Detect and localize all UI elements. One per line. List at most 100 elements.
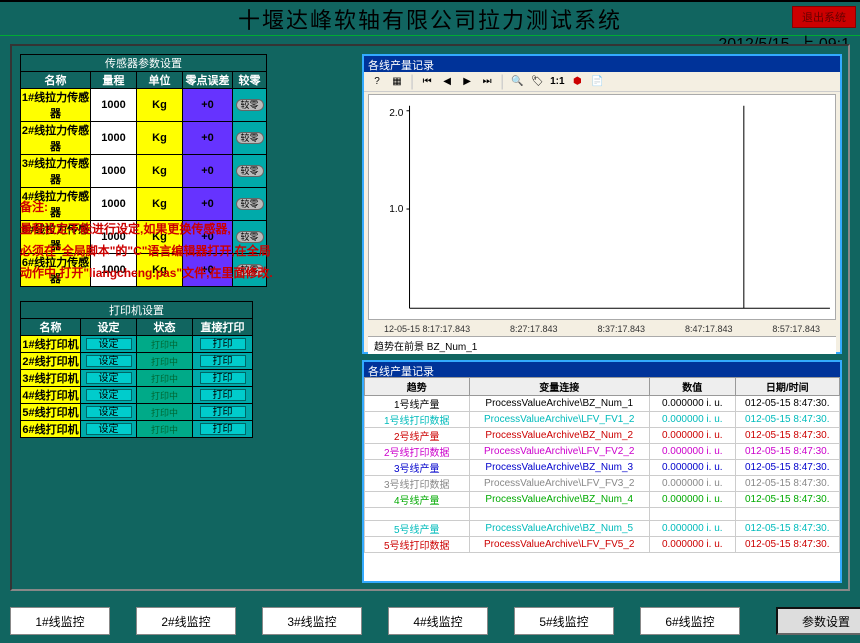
table-row[interactable] bbox=[365, 508, 840, 521]
print-button[interactable]: 打印 bbox=[200, 338, 246, 350]
zero-button[interactable]: 较零 bbox=[236, 132, 264, 144]
zero-button[interactable]: 较零 bbox=[236, 165, 264, 177]
sensor-unit: Kg bbox=[137, 155, 183, 188]
note-text: 备注: 量程设定不能进行设定,如果更换传感器, 必须在"全局脚本"的"C"语言编… bbox=[20, 196, 350, 284]
chart-footer: 12-05-15 8:17:17.8438:27:17.8438:37:17.8… bbox=[364, 324, 840, 352]
print-button[interactable]: 打印 bbox=[200, 423, 246, 435]
table-row[interactable]: 3号线产量ProcessValueArchive\BZ_Num_30.00000… bbox=[365, 460, 840, 476]
tag-icon[interactable]: 🏷 bbox=[530, 75, 544, 89]
dg-val: 0.000000 i. u. bbox=[650, 492, 736, 508]
dg-val: 0.000000 i. u. bbox=[650, 396, 736, 412]
last-icon[interactable]: ⏭ bbox=[480, 75, 494, 89]
svg-text:2.0: 2.0 bbox=[389, 108, 403, 119]
table-row[interactable]: 3号线打印数据ProcessValueArchive\LFV_FV3_20.00… bbox=[365, 476, 840, 492]
dg-var: ProcessValueArchive\BZ_Num_1 bbox=[469, 396, 650, 412]
set-button[interactable]: 设定 bbox=[86, 389, 132, 401]
sensor-col-name: 名称 bbox=[21, 72, 91, 89]
dg-trend: 5号线产量 bbox=[365, 521, 470, 537]
dg-trend: 5号线打印数据 bbox=[365, 537, 470, 553]
dg-dt: 012-05-15 8:47:30. bbox=[735, 412, 840, 428]
set-button[interactable]: 设定 bbox=[86, 355, 132, 367]
table-row[interactable]: 1号线打印数据ProcessValueArchive\LFV_FV1_20.00… bbox=[365, 412, 840, 428]
printer-status: 打印中 bbox=[137, 336, 193, 353]
nav-button[interactable]: 3#线监控 bbox=[262, 607, 362, 635]
nav-button[interactable]: 2#线监控 bbox=[136, 607, 236, 635]
xtick: 12-05-15 8:17:17.843 bbox=[384, 324, 470, 334]
nav-button[interactable]: 6#线监控 bbox=[640, 607, 740, 635]
exit-button[interactable]: 退出系统 bbox=[792, 6, 856, 28]
dg-trend bbox=[365, 508, 470, 521]
sensor-offset: +0 bbox=[183, 89, 233, 122]
first-icon[interactable]: ⏮ bbox=[420, 75, 434, 89]
dg-dt: 012-05-15 8:47:30. bbox=[735, 444, 840, 460]
set-button[interactable]: 设定 bbox=[86, 338, 132, 350]
dg-var: ProcessValueArchive\BZ_Num_5 bbox=[469, 521, 650, 537]
table-row[interactable]: 5号线产量ProcessValueArchive\BZ_Num_50.00000… bbox=[365, 521, 840, 537]
set-button[interactable]: 设定 bbox=[86, 423, 132, 435]
sensor-col-zero: 较零 bbox=[233, 72, 267, 89]
sensor-unit: Kg bbox=[137, 89, 183, 122]
printer-col-name: 名称 bbox=[21, 319, 81, 336]
printer-status: 打印中 bbox=[137, 404, 193, 421]
print-button[interactable]: 打印 bbox=[200, 355, 246, 367]
dg-var: ProcessValueArchive\BZ_Num_4 bbox=[469, 492, 650, 508]
zoom-icon[interactable]: 🔍 bbox=[510, 75, 524, 89]
dg-col-val: 数值 bbox=[650, 378, 736, 396]
dg-trend: 3号线产量 bbox=[365, 460, 470, 476]
nav-button[interactable]: 5#线监控 bbox=[514, 607, 614, 635]
dg-dt bbox=[735, 508, 840, 521]
table-row[interactable]: 1号线产量ProcessValueArchive\BZ_Num_10.00000… bbox=[365, 396, 840, 412]
dg-val: 0.000000 i. u. bbox=[650, 444, 736, 460]
sensor-offset: +0 bbox=[183, 122, 233, 155]
sensor-offset: +0 bbox=[183, 155, 233, 188]
help-icon[interactable]: ? bbox=[370, 75, 384, 89]
dg-col-dt: 日期/时间 bbox=[735, 378, 840, 396]
prev-icon[interactable]: ◀ bbox=[440, 75, 454, 89]
dg-var: ProcessValueArchive\BZ_Num_3 bbox=[469, 460, 650, 476]
dg-trend: 2号线产量 bbox=[365, 428, 470, 444]
dg-val: 0.000000 i. u. bbox=[650, 537, 736, 553]
dg-val: 0.000000 i. u. bbox=[650, 428, 736, 444]
table-row[interactable]: 4号线产量ProcessValueArchive\BZ_Num_40.00000… bbox=[365, 492, 840, 508]
printer-name: 5#线打印机 bbox=[21, 404, 81, 421]
chart-body[interactable]: 2.0 1.0 bbox=[368, 94, 836, 320]
chart-svg: 2.0 1.0 bbox=[369, 95, 835, 319]
zero-button[interactable]: 较零 bbox=[236, 99, 264, 111]
note-l2: 量程设定不能进行设定,如果更换传感器, bbox=[20, 218, 350, 240]
sensor-col-range: 量程 bbox=[91, 72, 137, 89]
table-row[interactable]: 2号线产量ProcessValueArchive\BZ_Num_20.00000… bbox=[365, 428, 840, 444]
grid-icon[interactable]: ▦ bbox=[390, 75, 404, 89]
table-row[interactable]: 5号线打印数据ProcessValueArchive\LFV_FV5_20.00… bbox=[365, 537, 840, 553]
dg-val bbox=[650, 508, 736, 521]
printer-caption: 打印机设置 bbox=[21, 302, 253, 319]
printer-status: 打印中 bbox=[137, 370, 193, 387]
dg-dt: 012-05-15 8:47:30. bbox=[735, 396, 840, 412]
printer-col-print: 直接打印 bbox=[193, 319, 253, 336]
set-button[interactable]: 设定 bbox=[86, 406, 132, 418]
printer-status: 打印中 bbox=[137, 353, 193, 370]
stop-icon[interactable]: ⬢ bbox=[570, 75, 584, 89]
nav-button[interactable]: 4#线监控 bbox=[388, 607, 488, 635]
print-button[interactable]: 打印 bbox=[200, 406, 246, 418]
sensor-col-unit: 单位 bbox=[137, 72, 183, 89]
nav-button[interactable]: 1#线监控 bbox=[10, 607, 110, 635]
doc-icon[interactable]: 📄 bbox=[590, 75, 604, 89]
table-row[interactable]: 2号线打印数据ProcessValueArchive\LFV_FV2_20.00… bbox=[365, 444, 840, 460]
note-l3: 必须在"全局脚本"的"C"语言编辑器打开,在全局 bbox=[20, 240, 350, 262]
dg-trend: 3号线打印数据 bbox=[365, 476, 470, 492]
xtick: 8:27:17.843 bbox=[510, 324, 558, 334]
print-button[interactable]: 打印 bbox=[200, 372, 246, 384]
dg-val: 0.000000 i. u. bbox=[650, 521, 736, 537]
next-icon[interactable]: ▶ bbox=[460, 75, 474, 89]
printer-col-stat: 状态 bbox=[137, 319, 193, 336]
dg-trend: 4号线产量 bbox=[365, 492, 470, 508]
dg-val: 0.000000 i. u. bbox=[650, 460, 736, 476]
dg-var: ProcessValueArchive\LFV_FV3_2 bbox=[469, 476, 650, 492]
settings-button[interactable]: 参数设置 bbox=[776, 607, 860, 635]
sensor-zero: 较零 bbox=[233, 89, 267, 122]
main-panel: 传感器参数设置 名称 量程 单位 零点误差 较零 1#线拉力传感器1000Kg+… bbox=[10, 44, 850, 591]
set-button[interactable]: 设定 bbox=[86, 372, 132, 384]
print-button[interactable]: 打印 bbox=[200, 389, 246, 401]
dg-col-var: 变量连接 bbox=[469, 378, 650, 396]
ratio-label: 1:1 bbox=[550, 75, 564, 89]
